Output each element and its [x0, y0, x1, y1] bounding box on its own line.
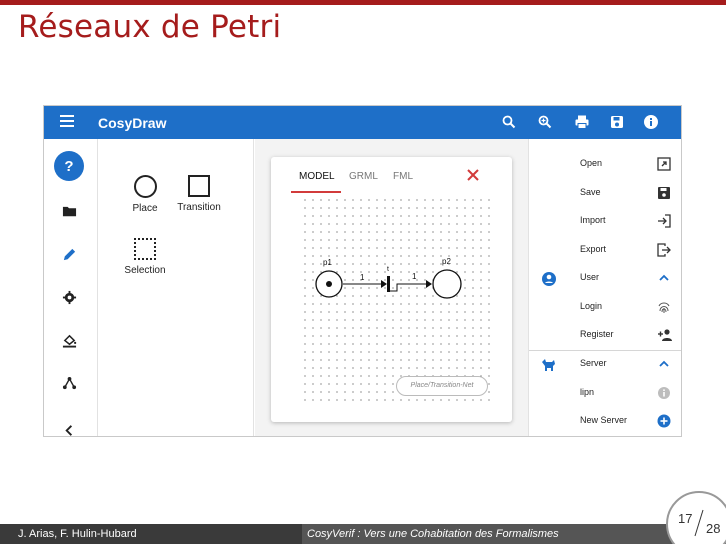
menu-user[interactable]: User	[529, 265, 681, 293]
cat-icon	[541, 357, 559, 373]
zoom-in-icon[interactable]	[537, 114, 553, 130]
help-icon[interactable]: ?	[54, 151, 84, 181]
app-bar: CosyDraw	[44, 106, 681, 139]
menu-server[interactable]: Server	[529, 351, 681, 379]
menu-save[interactable]: Save	[529, 180, 681, 208]
arc-weight-2: 1	[412, 272, 417, 281]
menu-new-server-label: New Server	[580, 415, 628, 425]
footer-talk-title: CosyVerif : Vers une Cohabitation des Fo…	[302, 524, 726, 544]
menu-import-label: Import	[580, 215, 606, 225]
place-tool[interactable]: Place	[120, 175, 170, 214]
menu-user-label: User	[580, 272, 600, 282]
tab-model[interactable]: MODEL	[299, 171, 335, 182]
editor-card: MODEL GRML FML p1 p2 t 1 1 Place/Transit…	[271, 157, 512, 422]
arc-arrowhead	[426, 280, 432, 288]
net-type-badge: Place/Transition-Net	[396, 376, 488, 396]
chevron-up-icon[interactable]	[657, 271, 671, 285]
place-tool-label: Place	[132, 203, 158, 214]
menu-divider	[529, 436, 682, 437]
menu-login-label: Login	[580, 301, 603, 311]
close-icon[interactable]	[465, 167, 481, 183]
menu-open[interactable]: Open	[529, 151, 681, 179]
folder-icon[interactable]	[54, 196, 84, 226]
circle-icon	[133, 175, 157, 198]
place-p1-label: p1	[323, 258, 332, 267]
pencil-icon[interactable]	[54, 239, 84, 269]
page-current: 17	[678, 511, 693, 526]
tab-fml[interactable]: FML	[393, 171, 413, 182]
arc-arrowhead	[381, 280, 387, 288]
menu-export-label: Export	[580, 244, 607, 254]
add-circle-icon[interactable]	[657, 414, 671, 428]
place-p2[interactable]	[432, 269, 462, 299]
page-total: 28	[706, 521, 721, 536]
menu-new-server[interactable]: New Server	[529, 408, 681, 436]
selection-tool-label: Selection	[124, 265, 166, 276]
menu-server-label: Server	[580, 358, 607, 368]
export-icon	[657, 243, 671, 257]
menu-login[interactable]: Login	[529, 294, 681, 322]
tab-grml[interactable]: GRML	[349, 171, 378, 182]
cosydraw-window: CosyDraw ? Place Transition Selection MO…	[43, 105, 682, 437]
slide-top-bar	[0, 0, 726, 5]
selection-tool[interactable]: Selection	[120, 238, 170, 276]
menu-import[interactable]: Import	[529, 208, 681, 236]
account-circle-icon	[541, 271, 557, 287]
menu-lipn[interactable]: lipn	[529, 380, 681, 408]
dotted-square-icon	[134, 238, 156, 260]
token	[326, 281, 332, 287]
paint-bucket-icon[interactable]	[54, 325, 84, 355]
search-icon[interactable]	[501, 114, 517, 130]
menu-export[interactable]: Export	[529, 237, 681, 265]
hamburger-menu-icon[interactable]	[60, 115, 74, 129]
model-canvas[interactable]: p1 p2 t 1 1	[301, 196, 491, 401]
save-icon[interactable]	[609, 114, 625, 130]
transition-t[interactable]	[387, 276, 390, 292]
tool-palette: Place Transition Selection	[99, 139, 254, 436]
slide-footer: J. Arias, F. Hulin-Hubard CosyVerif : Ve…	[0, 524, 726, 544]
petri-net-drawing	[315, 269, 462, 299]
right-menu: Open Save Import Export User Login Regis…	[528, 139, 682, 437]
transition-tool-label: Transition	[177, 202, 221, 213]
menu-register[interactable]: Register	[529, 322, 681, 350]
square-icon	[188, 175, 210, 197]
info-icon[interactable]	[657, 386, 671, 400]
menu-open-label: Open	[580, 158, 603, 168]
chevron-left-icon[interactable]	[54, 415, 84, 436]
arc-t-p2[interactable]	[390, 283, 427, 292]
active-tab-indicator	[291, 191, 341, 193]
slide-title: Réseaux de Petri	[18, 9, 282, 45]
editor-tabs: MODEL GRML FML	[271, 157, 512, 193]
side-rail: ?	[44, 139, 98, 436]
footer-authors: J. Arias, F. Hulin-Hubard	[0, 524, 302, 544]
chevron-up-icon[interactable]	[657, 357, 671, 371]
app-title: CosyDraw	[98, 115, 167, 131]
menu-lipn-label: lipn	[580, 387, 595, 397]
menu-register-label: Register	[580, 329, 614, 339]
fingerprint-icon	[657, 300, 671, 314]
page-indicator: 17 28	[666, 491, 726, 544]
info-icon[interactable]	[643, 114, 659, 130]
open-in-icon	[657, 157, 671, 171]
gear-icon[interactable]	[54, 282, 84, 312]
menu-save-label: Save	[580, 187, 601, 197]
transition-label: t	[387, 266, 389, 273]
print-icon[interactable]	[574, 114, 590, 130]
transition-tool[interactable]: Transition	[169, 175, 229, 213]
person-add-icon	[657, 328, 673, 342]
save-icon	[657, 186, 671, 200]
graph-icon[interactable]	[54, 368, 84, 398]
page-slash	[694, 509, 704, 537]
arc-weight-1: 1	[360, 273, 365, 282]
place-p2-label: p2	[442, 257, 451, 266]
import-icon	[657, 214, 671, 228]
